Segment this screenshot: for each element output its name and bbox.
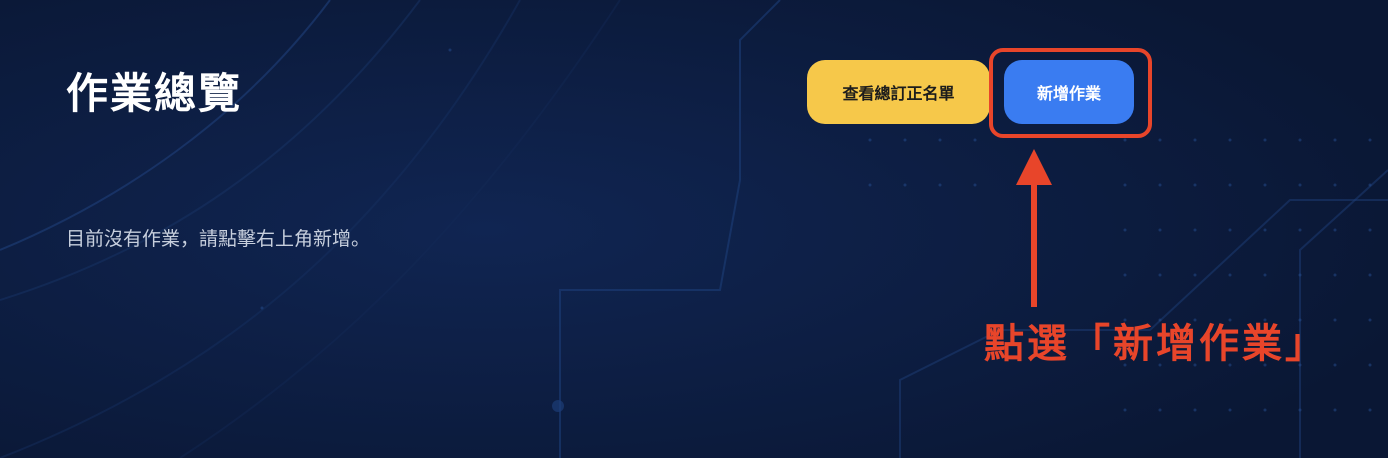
empty-state-message: 目前沒有作業，請點擊右上角新增。 bbox=[66, 228, 371, 250]
arrow-up-icon bbox=[1016, 149, 1052, 307]
view-correction-roster-button[interactable]: 查看總訂正名單 bbox=[807, 60, 990, 124]
page-title: 作業總覽 bbox=[66, 69, 243, 118]
highlight-box bbox=[989, 48, 1152, 138]
annotation-callout: 點選「新增作業」 bbox=[984, 321, 1328, 367]
